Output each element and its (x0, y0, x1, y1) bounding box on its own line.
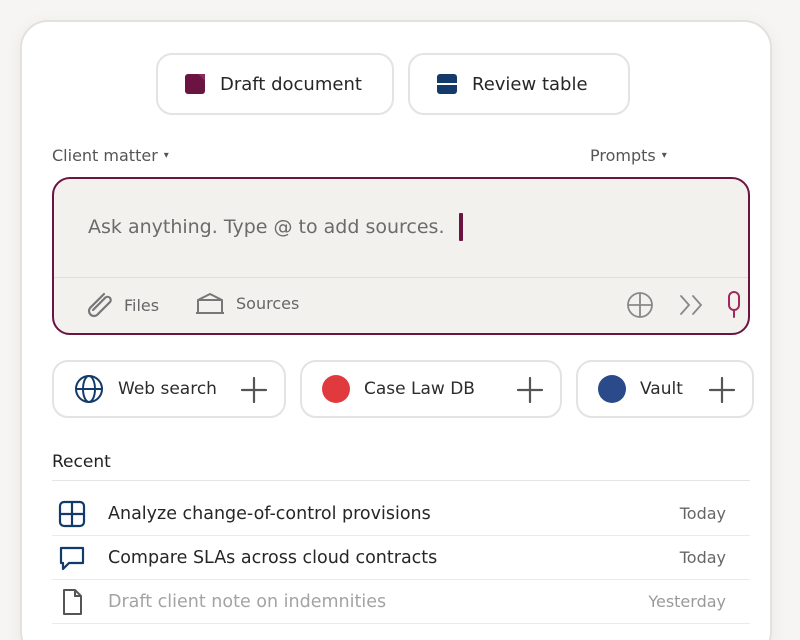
recent-item-draft[interactable]: Draft client note on indemnities Yesterd… (52, 580, 750, 624)
draft-document-button[interactable]: Draft document (156, 53, 394, 115)
recent-item-compare[interactable]: Compare SLAs across cloud contracts Toda… (52, 536, 750, 580)
red-dot-icon (322, 375, 350, 403)
draft-document-label: Draft document (220, 73, 362, 95)
plus-icon[interactable] (240, 376, 268, 404)
chevron-down-icon: ▾ (661, 150, 667, 161)
more-options-button[interactable] (676, 289, 708, 321)
files-label: Files (124, 295, 160, 315)
assistant-card: Draft document Review table Client matte… (20, 20, 772, 640)
recent-item-date: Yesterday (648, 592, 726, 611)
voice-input-button[interactable] (718, 289, 750, 321)
recent-item-date: Today (679, 548, 726, 567)
document-icon (63, 588, 82, 615)
recent-item-title: Compare SLAs across cloud contracts (108, 547, 438, 568)
sources-label: Sources (236, 293, 300, 313)
recent-item-title: Analyze change-of-control provisions (108, 503, 431, 524)
composer-divider (54, 277, 748, 278)
recent-divider (52, 480, 750, 481)
globe-icon (627, 292, 653, 318)
vault-building-icon (196, 293, 224, 314)
prompt-input[interactable]: Ask anything. Type @ to add sources. (88, 213, 463, 241)
plus-icon[interactable] (708, 376, 736, 404)
globe-icon (75, 375, 103, 403)
microphone-icon (728, 291, 740, 318)
prompts-label: Prompts (590, 146, 656, 165)
web-search-label: Web search (118, 379, 217, 399)
prompt-placeholder: Ask anything. Type @ to add sources. (88, 216, 445, 238)
web-toggle-button[interactable] (624, 289, 656, 321)
plus-icon[interactable] (516, 376, 544, 404)
recent-item-date: Today (679, 504, 726, 523)
prompts-dropdown[interactable]: Prompts ▾ (590, 146, 667, 165)
case-law-db-chip[interactable]: Case Law DB (300, 360, 562, 418)
attach-files-button[interactable]: Files (82, 289, 159, 321)
recent-item-title: Draft client note on indemnities (108, 591, 387, 612)
case-law-db-label: Case Law DB (364, 379, 475, 399)
chevron-down-icon: ▾ (163, 150, 169, 161)
chat-bubble-icon (59, 546, 85, 570)
paperclip-icon (87, 292, 112, 318)
review-table-icon (437, 74, 457, 94)
text-cursor (458, 213, 463, 241)
sources-button[interactable]: Sources (192, 289, 299, 317)
double-chevron-right-icon (680, 295, 703, 315)
vault-chip[interactable]: Vault (576, 360, 754, 418)
web-search-chip[interactable]: Web search (52, 360, 286, 418)
vault-label: Vault (640, 379, 683, 399)
blue-dot-icon (598, 375, 626, 403)
client-matter-dropdown[interactable]: Client matter ▾ (52, 146, 169, 165)
recent-item-analyze[interactable]: Analyze change-of-control provisions Tod… (52, 492, 750, 536)
prompt-composer[interactable]: Ask anything. Type @ to add sources. Fil… (52, 177, 750, 335)
table-grid-icon (58, 500, 86, 527)
client-matter-label: Client matter (52, 146, 158, 165)
review-table-button[interactable]: Review table (408, 53, 630, 115)
review-table-label: Review table (472, 73, 588, 95)
recent-heading: Recent (52, 452, 111, 472)
draft-document-icon (185, 74, 205, 94)
